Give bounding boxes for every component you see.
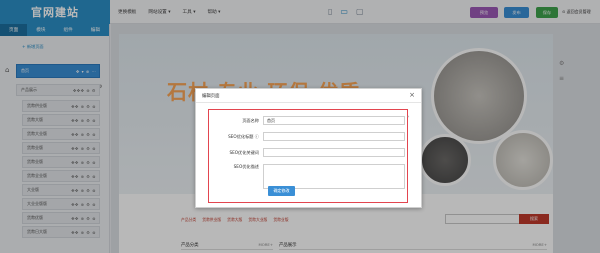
dialog-title: 编辑页面 xyxy=(202,94,220,99)
divider xyxy=(196,102,421,103)
seo-title-field[interactable] xyxy=(263,132,405,141)
form-row-page-name: 页面名称 首页 xyxy=(215,116,405,125)
edit-page-dialog: 编辑页面 × 页面名称 首页 * SEO优化标题 ⓘ SEO优化关键词 SEO优… xyxy=(195,88,422,208)
close-icon[interactable]: × xyxy=(409,91,415,99)
form-row-seo-keywords: SEO优化关键词 xyxy=(215,148,405,157)
field-label: 页面名称 xyxy=(242,117,259,123)
seo-keywords-field[interactable] xyxy=(263,148,405,157)
form-row-seo-title: SEO优化标题 ⓘ xyxy=(215,132,405,141)
confirm-button[interactable]: 确定修改 xyxy=(268,186,295,196)
field-label: SEO优化关键词 xyxy=(229,149,259,155)
highlight-box: 页面名称 首页 * SEO优化标题 ⓘ SEO优化关键词 SEO优化描述 确定修… xyxy=(208,109,410,203)
field-label: SEO优化标题 ⓘ xyxy=(228,133,259,139)
page-name-field[interactable]: 首页 xyxy=(263,116,405,125)
form-row-seo-description: SEO优化描述 xyxy=(215,164,405,189)
required-mark: * xyxy=(407,116,410,121)
field-label: SEO优化描述 xyxy=(233,164,259,169)
